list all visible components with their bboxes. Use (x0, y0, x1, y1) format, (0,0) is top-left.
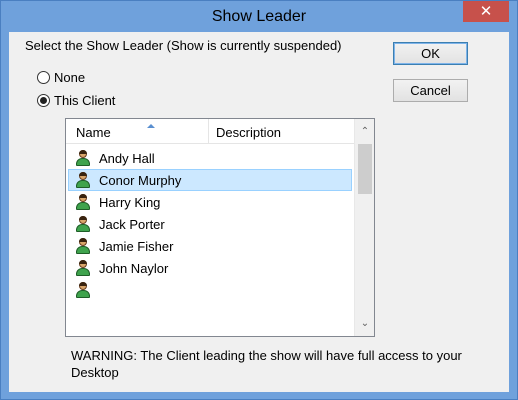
list-item-partial[interactable] (68, 279, 352, 301)
radio-this-client-button[interactable] (37, 94, 50, 107)
user-icon (75, 172, 91, 188)
radio-this-client[interactable]: This Client (37, 93, 115, 108)
list-item-name: Harry King (99, 194, 161, 210)
cancel-button[interactable]: Cancel (393, 79, 468, 102)
list-item[interactable]: Jack Porter (68, 213, 352, 235)
user-icon (75, 282, 91, 298)
list-item[interactable]: Harry King (68, 191, 352, 213)
warning-text: WARNING: The Client leading the show wil… (71, 348, 462, 380)
scroll-up-icon[interactable]: ⌃ (355, 123, 374, 140)
ok-button[interactable]: OK (393, 42, 468, 65)
scroll-down-icon[interactable]: ⌄ (355, 315, 374, 332)
user-icon (75, 260, 91, 276)
list-item[interactable]: Jamie Fisher (68, 235, 352, 257)
user-icon (75, 194, 91, 210)
instruction-text: Select the Show Leader (Show is currentl… (25, 38, 342, 53)
list-item-name: Jamie Fisher (99, 238, 174, 254)
user-icon (75, 216, 91, 232)
list-item-name: Jack Porter (99, 216, 165, 232)
list-item-selected[interactable]: Conor Murphy (68, 169, 352, 191)
close-button[interactable]: ✕ (463, 1, 509, 22)
radio-none-label: None (54, 70, 86, 85)
leader-list[interactable]: Name Description Andy Hall Conor Murphy … (65, 118, 375, 337)
close-icon: ✕ (479, 3, 493, 20)
list-header: Name Description (66, 119, 354, 144)
user-icon (75, 150, 91, 166)
list-rows: Andy Hall Conor Murphy Harry King Jack P… (66, 147, 354, 301)
user-icon (75, 238, 91, 254)
column-header-name[interactable]: Name (76, 124, 210, 145)
title-bar[interactable]: Show Leader ✕ (1, 1, 517, 32)
dialog-window: Show Leader ✕ Select the Show Leader (Sh… (0, 0, 518, 400)
window-title: Show Leader (211, 8, 307, 25)
list-item[interactable]: John Naylor (68, 257, 352, 279)
vertical-scrollbar[interactable]: ⌃ ⌄ (354, 119, 374, 336)
list-item-name: Conor Murphy (99, 172, 182, 188)
column-header-description[interactable]: Description (208, 119, 354, 144)
radio-none-button[interactable] (37, 71, 50, 84)
radio-this-client-label: This Client (54, 93, 116, 108)
list-item[interactable]: Andy Hall (68, 147, 352, 169)
scroll-thumb[interactable] (358, 144, 372, 194)
sort-ascending-icon (147, 124, 155, 128)
radio-none[interactable]: None (37, 70, 85, 85)
list-item-name: John Naylor (99, 260, 169, 276)
list-item-name: Andy Hall (99, 150, 155, 166)
